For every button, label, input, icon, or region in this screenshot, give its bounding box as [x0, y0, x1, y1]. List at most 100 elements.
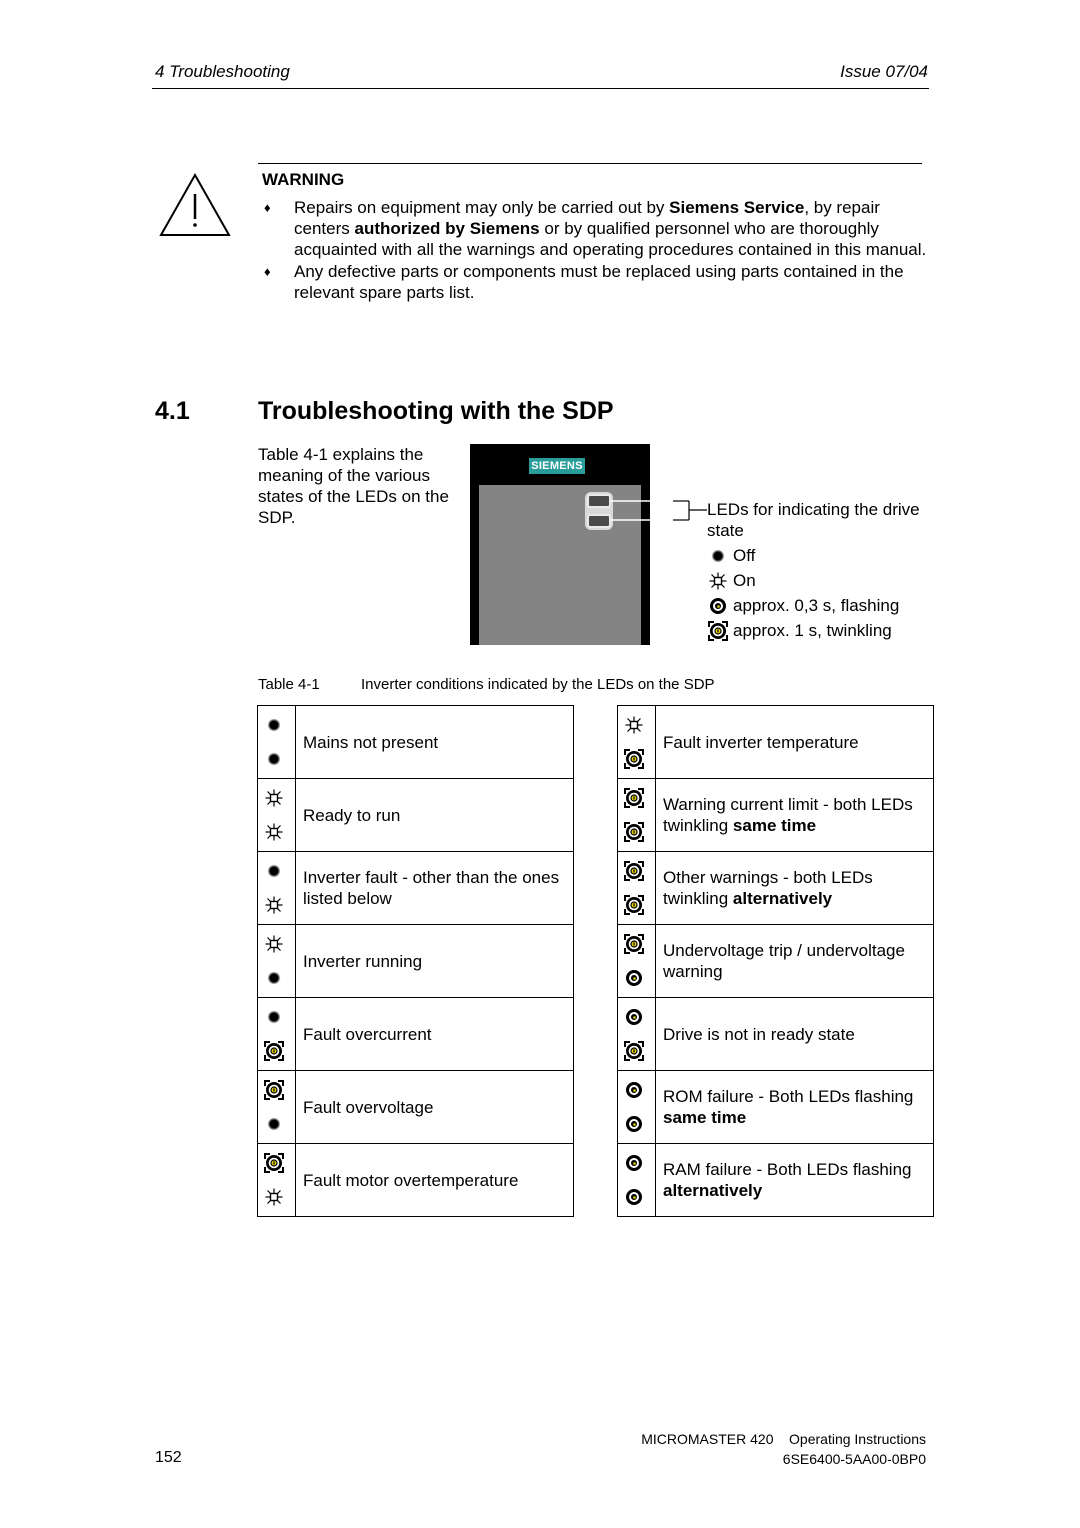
table-row: Inverter running: [257, 924, 574, 998]
warning-bullet: ♦ Repairs on equipment may only be carrie…: [262, 197, 927, 260]
legend-item-on: On: [707, 568, 937, 593]
sdp-led-housing: [585, 492, 613, 530]
led-state-cell: [617, 1070, 656, 1144]
table-number: Table 4-1: [258, 676, 320, 693]
sdp-led-top: [587, 494, 611, 508]
led-state-cell: [257, 851, 296, 925]
led-on-icon: [263, 1186, 285, 1208]
led-twinkling-icon: [623, 894, 645, 916]
led-flashing-icon: [623, 1079, 645, 1101]
diamond-bullet-icon: ♦: [264, 264, 271, 279]
condition-description: Ready to run: [295, 778, 574, 852]
led-twinkling-icon: [707, 620, 729, 642]
condition-description: Fault motor overtemperature: [295, 1143, 574, 1217]
table-row: Fault inverter temperature: [617, 705, 934, 779]
led-state-cell: [257, 1070, 296, 1144]
table-row: Inverter fault - other than the ones lis…: [257, 851, 574, 925]
text-run: Mains not present: [303, 732, 439, 752]
led-state-cell: [257, 924, 296, 998]
led-state-cell: [257, 997, 296, 1071]
emphasis-text: same time: [732, 816, 817, 835]
warning-triangle-icon: [159, 172, 231, 236]
callout-bracket: [611, 500, 707, 521]
led-off-icon: [263, 1006, 285, 1028]
led-flashing-icon: [623, 1152, 645, 1174]
condition-description: RAM failure - Both LEDs flashing alterna…: [655, 1143, 934, 1217]
running-header-issue: Issue 07/04: [840, 62, 928, 81]
emphasis-text: alternatively: [732, 889, 833, 908]
led-legend: LEDs for indicating the drive state Off O…: [707, 499, 937, 643]
legend-item-off: Off: [707, 543, 937, 568]
led-on-icon: [623, 714, 645, 736]
led-flashing-icon: [623, 1186, 645, 1208]
siemens-logo: SIEMENS: [529, 458, 585, 474]
condition-description: Drive is not in ready state: [655, 997, 934, 1071]
legend-item-flash: approx. 0,3 s, flashing: [707, 593, 937, 618]
emphasis-text: same time: [663, 1108, 747, 1127]
condition-description: Other warnings - both LEDs twinkling alt…: [655, 851, 934, 925]
table-row: Undervoltage trip / undervoltage warning: [617, 924, 934, 998]
table-row: Mains not present: [257, 705, 574, 779]
led-twinkling-icon: [623, 787, 645, 809]
warning-bullet: ♦ Any defective parts or components must …: [262, 261, 927, 303]
led-twinkling-icon: [263, 1040, 285, 1062]
text-run: Any defective parts or components must b…: [294, 262, 904, 302]
led-state-cell: [617, 1143, 656, 1217]
table-caption: Table 4-1 Inverter conditions indicated …: [258, 676, 715, 693]
led-twinkling-icon: [263, 1079, 285, 1101]
text-run: RAM failure - Both LEDs flashing: [663, 1160, 912, 1179]
led-off-icon: [263, 748, 285, 770]
led-twinkling-icon: [263, 1152, 285, 1174]
warning-title: WARNING: [262, 170, 345, 189]
emphasis-text: authorized by Siemens: [354, 219, 540, 238]
table-row: ROM failure - Both LEDs flashing same ti…: [617, 1070, 934, 1144]
sdp-led-bottom: [587, 514, 611, 528]
led-state-cell: [257, 1143, 296, 1217]
footer-doc-number: 6SE6400-5AA00-0BP0: [782, 1451, 926, 1467]
led-state-table-left: Mains not present Ready to run Inverter fa…: [257, 705, 574, 1217]
section-title: Troubleshooting with the SDP: [258, 397, 614, 425]
condition-description: Inverter running: [295, 924, 574, 998]
led-twinkling-icon: [623, 748, 645, 770]
table-row: Fault overvoltage: [257, 1070, 574, 1144]
table-row: Fault motor overtemperature: [257, 1143, 574, 1217]
condition-description: Fault inverter temperature: [655, 705, 934, 779]
footer-product: MICROMASTER 420 Operating Instructions: [641, 1431, 926, 1447]
condition-description: Inverter fault - other than the ones lis…: [295, 851, 574, 925]
legend-label: Off: [733, 546, 756, 565]
led-on-icon: [263, 894, 285, 916]
led-flashing-icon: [623, 1006, 645, 1028]
led-state-cell: [617, 997, 656, 1071]
condition-description: Warning current limit - both LEDs twinkl…: [655, 778, 934, 852]
text-run: Inverter running: [303, 951, 423, 971]
page-number: 152: [155, 1449, 182, 1466]
text-run: ROM failure - Both LEDs flashing: [663, 1087, 914, 1106]
led-off-icon: [263, 967, 285, 989]
led-on-icon: [263, 933, 285, 955]
led-twinkling-icon: [623, 821, 645, 843]
text-run: Fault overcurrent: [303, 1024, 432, 1044]
led-state-cell: [617, 705, 656, 779]
led-on-icon: [263, 787, 285, 809]
led-flashing-icon: [623, 967, 645, 989]
led-twinkling-icon: [623, 860, 645, 882]
led-state-cell: [617, 924, 656, 998]
legend-item-twinkle: approx. 1 s, twinkling: [707, 618, 937, 643]
table-row: Drive is not in ready state: [617, 997, 934, 1071]
header-rule: [152, 88, 929, 89]
text-run: Drive is not in ready state: [663, 1024, 855, 1044]
led-state-cell: [617, 778, 656, 852]
condition-description: Fault overcurrent: [295, 997, 574, 1071]
led-state-cell: [257, 778, 296, 852]
led-off-icon: [707, 545, 729, 567]
text-run: Fault motor overtemperature: [303, 1170, 519, 1190]
callout-label: LEDs for indicating the drive state: [707, 500, 920, 540]
section-number: 4.1: [155, 397, 190, 425]
legend-label: approx. 1 s, twinkling: [733, 621, 892, 640]
warning-list: ♦ Repairs on equipment may only be carrie…: [262, 197, 927, 304]
led-off-icon: [263, 1113, 285, 1135]
table-row: Other warnings - both LEDs twinkling alt…: [617, 851, 934, 925]
emphasis-text: Siemens Service: [669, 198, 805, 217]
led-off-icon: [263, 714, 285, 736]
text-run: Fault inverter temperature: [663, 732, 859, 752]
